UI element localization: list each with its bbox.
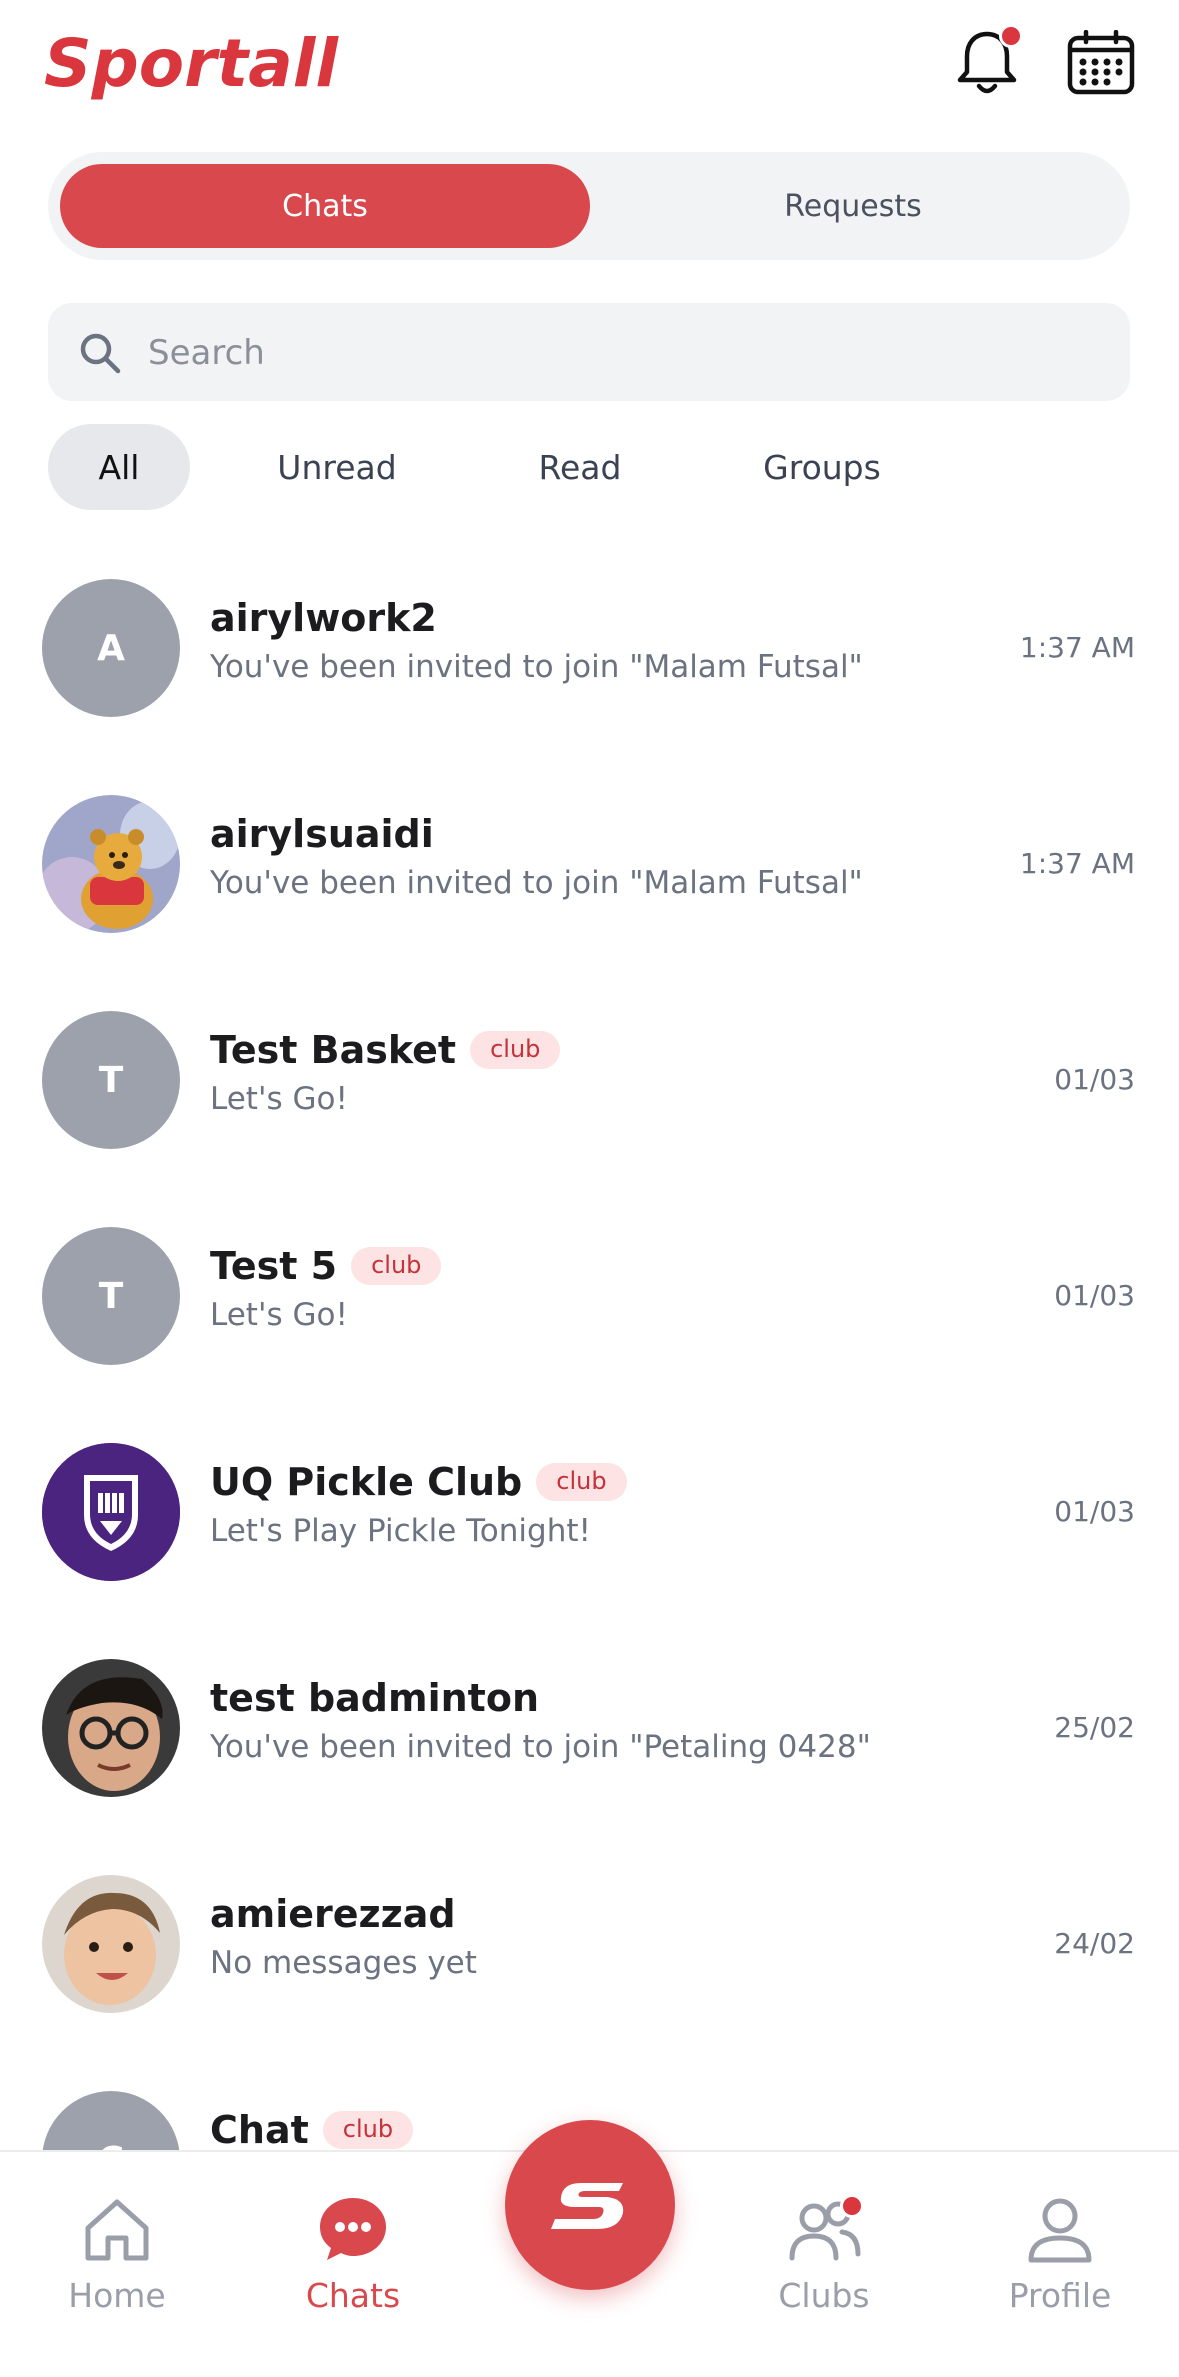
chat-preview: You've been invited to join "Petaling 04… bbox=[210, 1729, 871, 1765]
search-input[interactable] bbox=[146, 303, 1090, 403]
man-glasses-avatar-icon bbox=[42, 1659, 180, 1797]
filter-unread[interactable]: Unread bbox=[248, 424, 426, 510]
chat-list-item[interactable]: airylsuaidi You've been invited to join … bbox=[0, 757, 1179, 973]
chat-name: UQ Pickle Club bbox=[210, 1460, 523, 1504]
avatar: T bbox=[42, 1011, 180, 1149]
child-avatar-icon bbox=[42, 1875, 180, 2013]
chat-time: 01/03 bbox=[1054, 1495, 1135, 1528]
app-header: Sportall bbox=[0, 0, 1179, 140]
club-badge: club bbox=[536, 1463, 627, 1501]
chat-time: 01/03 bbox=[1054, 1279, 1135, 1312]
avatar bbox=[42, 1659, 180, 1797]
chat-time: 24/02 bbox=[1054, 1927, 1135, 1960]
chat-list-item[interactable]: A airylwork2 You've been invited to join… bbox=[0, 541, 1179, 757]
sportall-s-icon bbox=[551, 2183, 624, 2229]
chat-list-item[interactable]: T Test Basket club Let's Go! 01/03 bbox=[0, 973, 1179, 1189]
chat-preview: Let's Go! bbox=[210, 1297, 348, 1333]
chat-time: 1:37 AM bbox=[1019, 847, 1135, 880]
sportall-logo: Sportall bbox=[44, 25, 339, 102]
tab-requests[interactable]: Requests bbox=[588, 164, 1118, 248]
chat-name: airylsuaidi bbox=[210, 812, 434, 856]
nav-chats[interactable]: Chats bbox=[273, 2194, 433, 2315]
search-bar bbox=[48, 303, 1130, 403]
chat-name: Test 5 bbox=[210, 1244, 338, 1288]
nav-profile[interactable]: Profile bbox=[980, 2194, 1140, 2315]
chat-bubble-icon bbox=[320, 2198, 386, 2260]
club-badge: club bbox=[322, 2111, 414, 2149]
chat-preview: Let's Go! bbox=[210, 1081, 348, 1117]
nav-home-label: Home bbox=[68, 2276, 166, 2315]
chat-name: Test Basket bbox=[210, 1028, 457, 1072]
sportall-fab-button[interactable] bbox=[505, 2120, 675, 2290]
filter-groups[interactable]: Groups bbox=[730, 424, 914, 510]
club-badge: club bbox=[470, 1031, 561, 1069]
nav-chats-label: Chats bbox=[305, 2276, 401, 2315]
svg-text:Sportall: Sportall bbox=[44, 25, 339, 102]
chat-time: 01/03 bbox=[1054, 1063, 1135, 1096]
avatar bbox=[42, 795, 180, 933]
nav-clubs-label: Clubs bbox=[778, 2276, 870, 2315]
filter-read[interactable]: Read bbox=[500, 424, 660, 510]
chat-time: 25/02 bbox=[1054, 1711, 1135, 1744]
search-icon bbox=[80, 333, 121, 374]
avatar: T bbox=[42, 1227, 180, 1365]
chat-preview: You've been invited to join "Malam Futsa… bbox=[210, 649, 863, 685]
chat-tabs: Chats Requests bbox=[48, 152, 1130, 260]
bear-avatar-icon bbox=[42, 795, 180, 933]
chat-preview: Let's Play Pickle Tonight! bbox=[210, 1513, 591, 1549]
chat-list-item[interactable]: T Test 5 club Let's Go! 01/03 bbox=[0, 1189, 1179, 1405]
avatar: A bbox=[42, 579, 180, 717]
chat-name: amierezzad bbox=[210, 1892, 456, 1936]
chat-time: 1:37 AM bbox=[1019, 631, 1135, 664]
chat-name: airylwork2 bbox=[210, 596, 437, 640]
home-icon bbox=[85, 2199, 149, 2261]
nav-profile-label: Profile bbox=[1008, 2276, 1112, 2315]
filter-all[interactable]: All bbox=[48, 424, 190, 510]
chat-list-item[interactable]: amierezzad No messages yet 24/02 bbox=[0, 1837, 1179, 2053]
calendar-button[interactable] bbox=[1066, 29, 1136, 96]
chat-name: Chat bbox=[210, 2108, 309, 2152]
chat-list-item[interactable]: test badminton You've been invited to jo… bbox=[0, 1621, 1179, 1837]
club-badge: club bbox=[351, 1247, 442, 1285]
chat-name: test badminton bbox=[210, 1676, 539, 1720]
shield-crest-icon bbox=[42, 1443, 180, 1581]
calendar-icon bbox=[1067, 29, 1135, 95]
tab-chats[interactable]: Chats bbox=[60, 164, 590, 248]
chat-preview: You've been invited to join "Malam Futsa… bbox=[210, 865, 863, 901]
notification-dot bbox=[999, 24, 1023, 48]
notifications-button[interactable] bbox=[952, 24, 1023, 98]
chat-preview: No messages yet bbox=[210, 1945, 477, 1981]
nav-clubs[interactable]: Clubs bbox=[744, 2194, 904, 2315]
avatar bbox=[42, 1443, 180, 1581]
avatar bbox=[42, 1875, 180, 2013]
profile-icon bbox=[1028, 2198, 1092, 2263]
nav-home[interactable]: Home bbox=[37, 2194, 197, 2315]
clubs-notification-dot bbox=[840, 2194, 864, 2218]
chat-list-item[interactable]: UQ Pickle Club club Let's Play Pickle To… bbox=[0, 1405, 1179, 1621]
